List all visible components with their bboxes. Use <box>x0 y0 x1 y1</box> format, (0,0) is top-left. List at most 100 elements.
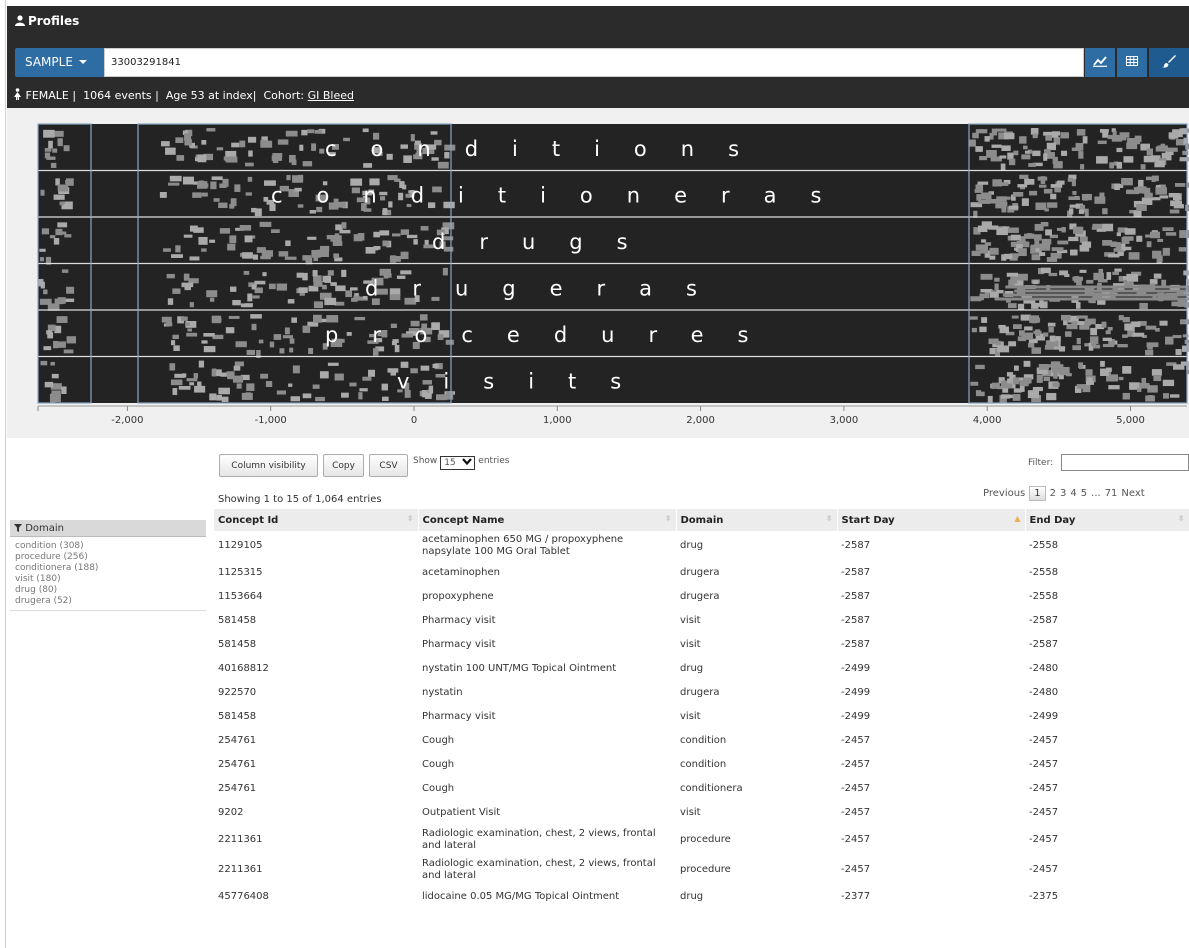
event-mark <box>169 175 182 182</box>
table-row[interactable]: 45776408 lidocaine 0.05 MG/MG Topical Oin… <box>214 885 1189 909</box>
event-mark <box>1084 321 1091 326</box>
event-mark <box>1047 202 1058 208</box>
event-mark <box>57 222 68 228</box>
pagination-previous[interactable]: Previous <box>983 488 1025 499</box>
cell-start-day: -2587 <box>841 591 871 602</box>
event-mark <box>1021 154 1031 160</box>
event-mark <box>1003 132 1015 140</box>
event-mark <box>230 286 237 292</box>
event-mark <box>320 245 330 252</box>
column-visibility-button[interactable]: Column visibility <box>219 454 318 477</box>
facet-item-drug[interactable]: drug (80) <box>10 585 206 596</box>
person-id-input[interactable] <box>104 48 1084 77</box>
pagination-next[interactable]: Next <box>1121 488 1144 499</box>
event-mark <box>1175 183 1186 187</box>
event-mark <box>334 301 345 306</box>
event-mark <box>1100 368 1109 377</box>
event-mark <box>1050 193 1057 200</box>
person-icon <box>15 15 25 29</box>
event-mark <box>1050 361 1060 369</box>
event-mark <box>991 384 997 389</box>
pagination-page[interactable]: 5 <box>1081 488 1087 499</box>
event-mark <box>286 175 291 181</box>
event-mark <box>167 298 174 305</box>
pagination-page[interactable]: 3 <box>1060 488 1066 499</box>
event-mark <box>302 255 312 261</box>
highlight-brush-button[interactable] <box>1149 48 1189 77</box>
event-mark <box>171 254 183 258</box>
domain-facet-title: Domain <box>25 523 64 534</box>
csv-button[interactable]: CSV <box>369 454 408 477</box>
table-row[interactable]: 922570 nystatin drugera -2499 -2480 <box>214 681 1189 705</box>
lane-label: conditioneras <box>271 184 855 208</box>
table-view-button[interactable] <box>1117 48 1147 77</box>
pagination-page-current[interactable]: 1 <box>1029 486 1046 501</box>
pagination-page-last[interactable]: 71 <box>1105 488 1118 499</box>
event-mark <box>1102 223 1114 232</box>
facet-item-conditionera[interactable]: conditionera (188) <box>10 563 206 574</box>
event-mark <box>1168 132 1179 139</box>
event-mark <box>1033 330 1042 334</box>
table-row[interactable]: 40168812 nystatin 100 UNT/MG Topical Oint… <box>214 657 1189 681</box>
table-row[interactable]: 581458 Pharmacy visit visit -2499 -2499 <box>214 705 1189 729</box>
event-mark <box>63 349 74 354</box>
copy-button[interactable]: Copy <box>323 454 364 477</box>
pagination-page[interactable]: 2 <box>1050 488 1056 499</box>
table-row[interactable]: 9202 Outpatient Visit visit -2457 -2457 <box>214 801 1189 825</box>
table-row[interactable]: 2211361 Radiologic examination, chest, 2 … <box>214 855 1189 885</box>
table-row[interactable]: 1153664 propoxyphene drugera -2587 -2558 <box>214 585 1189 609</box>
table-row[interactable]: 1125315 acetaminophen drugera -2587 -2558 <box>214 561 1189 585</box>
facet-item-drugera[interactable]: drugera (52) <box>10 596 206 607</box>
event-mark <box>1150 231 1161 239</box>
domain-facet-header[interactable]: Domain <box>10 520 206 537</box>
facet-item-procedure[interactable]: procedure (256) <box>10 552 206 563</box>
event-mark <box>420 226 429 231</box>
event-mark <box>1040 267 1051 274</box>
event-mark <box>1043 332 1049 337</box>
event-mark <box>39 248 46 252</box>
event-mark <box>322 284 327 290</box>
column-header-concept-id[interactable]: Concept Id ⬍ <box>214 509 419 531</box>
table-row[interactable]: 254761 Cough condition -2457 -2457 <box>214 729 1189 753</box>
cell-concept-name: Pharmacy visit <box>422 615 496 626</box>
facet-item-visit[interactable]: visit (180) <box>10 574 206 585</box>
event-mark <box>1038 363 1049 370</box>
column-header-start-day[interactable]: Start Day ▲ <box>837 509 1026 531</box>
event-mark <box>231 142 240 148</box>
event-mark <box>981 192 992 200</box>
event-mark <box>1114 135 1127 141</box>
event-mark <box>988 225 999 230</box>
event-mark <box>284 256 297 260</box>
timeline-plot[interactable]: conditions conditioneras drugs drugeras proc… <box>7 108 1189 438</box>
event-mark <box>307 129 315 134</box>
table-row[interactable]: 2211361 Radiologic examination, chest, 2 … <box>214 825 1189 855</box>
event-mark <box>1167 147 1178 152</box>
table-row[interactable]: 581458 Pharmacy visit visit -2587 -2587 <box>214 633 1189 657</box>
column-header-domain[interactable]: Domain ⬍ <box>676 509 838 531</box>
chart-view-button[interactable] <box>1085 48 1115 77</box>
event-mark <box>1019 136 1027 144</box>
event-mark <box>170 379 183 386</box>
event-mark <box>334 233 340 237</box>
patient-event-count: 1064 events <box>83 89 152 102</box>
event-mark <box>285 130 298 137</box>
page-size-select[interactable]: 15 <box>440 456 476 470</box>
cohort-link[interactable]: GI Bleed <box>308 89 354 102</box>
sample-dropdown-button[interactable]: SAMPLE <box>15 48 104 77</box>
event-mark <box>244 303 253 307</box>
event-mark <box>1162 247 1170 256</box>
table-row[interactable]: 254761 Cough conditionera -2457 -2457 <box>214 777 1189 801</box>
table-row[interactable]: 581458 Pharmacy visit visit -2587 -2587 <box>214 609 1189 633</box>
cell-domain: visit <box>680 615 701 626</box>
table-row[interactable]: 254761 Cough condition -2457 -2457 <box>214 753 1189 777</box>
filter-input[interactable] <box>1061 454 1189 471</box>
event-mark <box>316 206 323 213</box>
facet-item-condition[interactable]: condition (308) <box>10 541 206 552</box>
event-mark <box>169 363 176 371</box>
event-mark <box>228 315 240 319</box>
event-mark <box>419 314 428 321</box>
column-header-end-day[interactable]: End Day ⬍ <box>1025 509 1189 531</box>
pagination-page[interactable]: 4 <box>1070 488 1076 499</box>
table-row[interactable]: 1129105 acetaminophen 650 MG / propoxyphe… <box>214 531 1189 561</box>
column-header-concept-name[interactable]: Concept Name ⬍ <box>418 509 677 531</box>
